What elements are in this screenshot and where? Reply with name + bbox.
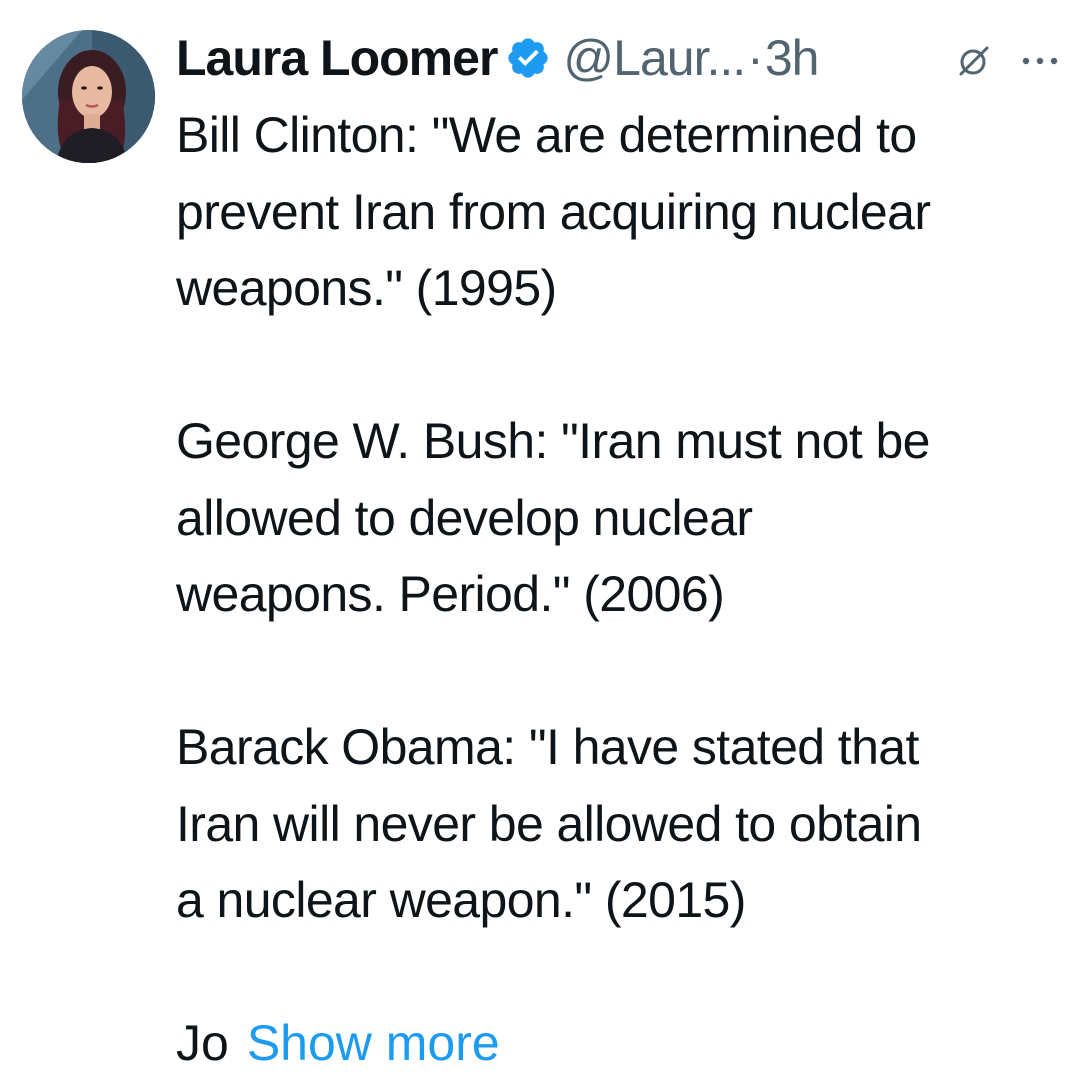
author-avatar[interactable] xyxy=(22,30,155,163)
grok-icon[interactable] xyxy=(955,42,993,80)
tweet-paragraph: Barack Obama: "I have stated that Iran w… xyxy=(176,719,922,928)
tweet[interactable]: Laura Loomer @Laur... · 3h Bill Clinton:… xyxy=(0,0,1080,1071)
tweet-header: Laura Loomer @Laur... · 3h xyxy=(176,22,1066,94)
verified-badge-icon[interactable] xyxy=(505,35,551,81)
more-options-icon[interactable] xyxy=(1020,54,1060,68)
author-handle[interactable]: @Laur... xyxy=(563,29,746,87)
tweet-paragraph: Bill Clinton: "We are determined to prev… xyxy=(176,107,931,316)
author-name[interactable]: Laura Loomer xyxy=(176,29,498,87)
tweet-text: Bill Clinton: "We are determined to prev… xyxy=(176,97,1066,939)
tweet-timestamp[interactable]: 3h xyxy=(765,29,820,87)
truncated-line: Jo Show more xyxy=(176,1005,500,1081)
truncated-text: Jo xyxy=(176,1015,229,1071)
tweet-paragraph: George W. Bush: "Iran must not be allowe… xyxy=(176,413,930,622)
header-separator: · xyxy=(747,30,764,86)
show-more-link[interactable]: Show more xyxy=(247,1015,500,1071)
profile-photo xyxy=(22,30,155,163)
